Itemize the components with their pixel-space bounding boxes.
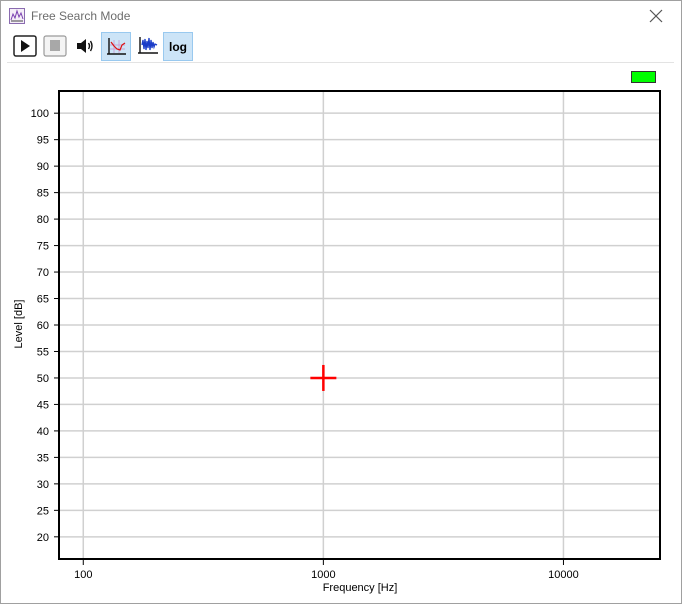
y-tick-label: 40: [37, 426, 49, 438]
toolbar-divider: [7, 62, 674, 63]
y-tick-label: 65: [37, 294, 49, 306]
y-tick-label: 30: [37, 479, 49, 491]
y-tick-label: 85: [37, 188, 49, 200]
frequency-curve-button[interactable]: [101, 32, 131, 61]
toolbar: log: [9, 32, 673, 62]
free-search-window: Free Search Mode log 20 25 30 35 40 45 5…: [0, 0, 682, 604]
signal-waveform-icon: [138, 37, 158, 54]
speaker-icon: [77, 39, 93, 53]
y-axis-label: Level [dB]: [13, 300, 25, 349]
stop-button[interactable]: [41, 32, 69, 60]
y-tick-label: 50: [37, 373, 49, 385]
sound-button[interactable]: [71, 32, 99, 60]
y-tick-label: 25: [37, 505, 49, 517]
stop-icon: [43, 35, 67, 57]
y-axis-ticks: 20 25 30 35 40 45 50 55 60 65 70 75 80 85 90 95 100: [31, 108, 59, 544]
x-tick-label: 10000: [548, 569, 579, 581]
x-axis-label: Frequency [Hz]: [323, 582, 398, 594]
y-tick-label: 35: [37, 452, 49, 464]
x-axis-ticks: 100 1000 10000: [74, 560, 579, 581]
status-indicator: [631, 71, 656, 83]
signal-waveform-button[interactable]: [134, 32, 162, 60]
y-tick-label: 95: [37, 135, 49, 147]
y-tick-label: 45: [37, 399, 49, 411]
frequency-curve-icon: [107, 37, 126, 55]
y-tick-label: 100: [31, 108, 49, 120]
y-tick-label: 55: [37, 346, 49, 358]
y-tick-label: 70: [37, 267, 49, 279]
y-tick-label: 90: [37, 161, 49, 173]
log-scale-button[interactable]: log: [163, 32, 193, 61]
x-tick-label: 100: [74, 569, 92, 581]
y-tick-label: 80: [37, 214, 49, 226]
play-button[interactable]: [11, 32, 39, 60]
log-scale-label: log: [169, 39, 187, 54]
play-icon: [13, 35, 37, 57]
y-tick-label: 60: [37, 320, 49, 332]
y-tick-label: 20: [37, 532, 49, 544]
close-icon[interactable]: [647, 7, 665, 25]
y-tick-label: 75: [37, 241, 49, 253]
window-title: Free Search Mode: [31, 9, 131, 23]
level-frequency-chart[interactable]: 20253035404550556065707580859095100 100 1…: [1, 83, 681, 603]
x-tick-label: 1000: [311, 569, 335, 581]
spectrum-icon: [9, 8, 25, 24]
title-bar: Free Search Mode: [1, 1, 681, 31]
